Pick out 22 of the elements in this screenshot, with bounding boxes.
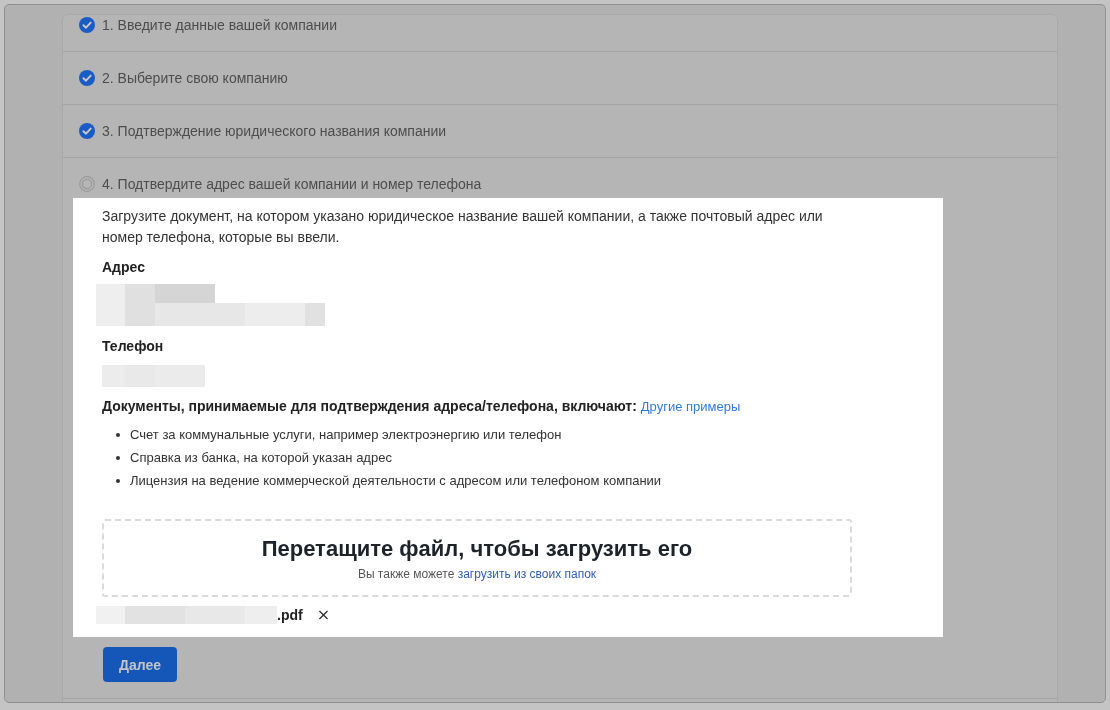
drop-zone-hint: Вы также можете загрузить из своих папок	[356, 566, 598, 582]
document-item: Счет за коммунальные услуги, например электроэнергию или телефон	[130, 427, 562, 442]
browse-folders-link[interactable]: загрузить из своих папок	[457, 567, 597, 581]
drop-zone-title: Перетащите файл, чтобы загрузить его	[260, 535, 694, 563]
bullet-icon	[116, 478, 120, 483]
documents-heading: Документы, принимаемые для подтверждения адреса/телефона, включают:	[102, 397, 637, 416]
file-name: .pdf	[277, 607, 303, 623]
step-title: 2. Выберите свою компанию	[102, 69, 288, 88]
field-label: Телефон	[102, 337, 165, 356]
step-title: 4. Подтвердите адрес вашей компании и номер телефона	[102, 175, 482, 194]
step-title: 3. Подтверждение юридического названия компании	[102, 122, 447, 141]
more-examples-link[interactable]: Другие примеры	[640, 396, 741, 417]
instruction-text: Загрузите документ, на котором указано юридическое название вашей компании, а также почтовый адрес или номер телефона, которые вы ввели.	[102, 207, 824, 247]
document-item: Справка из банка, на которой указан адрес	[130, 450, 392, 465]
step-title: 1. Введите данные вашей компании	[102, 16, 337, 35]
file-drop-zone[interactable]: Перетащите файл, чтобы загрузить его Вы также можете загрузить из своих папок	[102, 519, 852, 597]
bullet-icon	[116, 432, 120, 437]
field-label: Адрес	[102, 258, 146, 277]
remove-file-button[interactable]: ×	[314, 606, 333, 624]
next-button[interactable]: Далее	[103, 647, 177, 682]
bullet-icon	[116, 455, 120, 460]
document-item: Лицензия на ведение коммерческой деятельности с адресом или телефоном компании	[130, 473, 662, 488]
